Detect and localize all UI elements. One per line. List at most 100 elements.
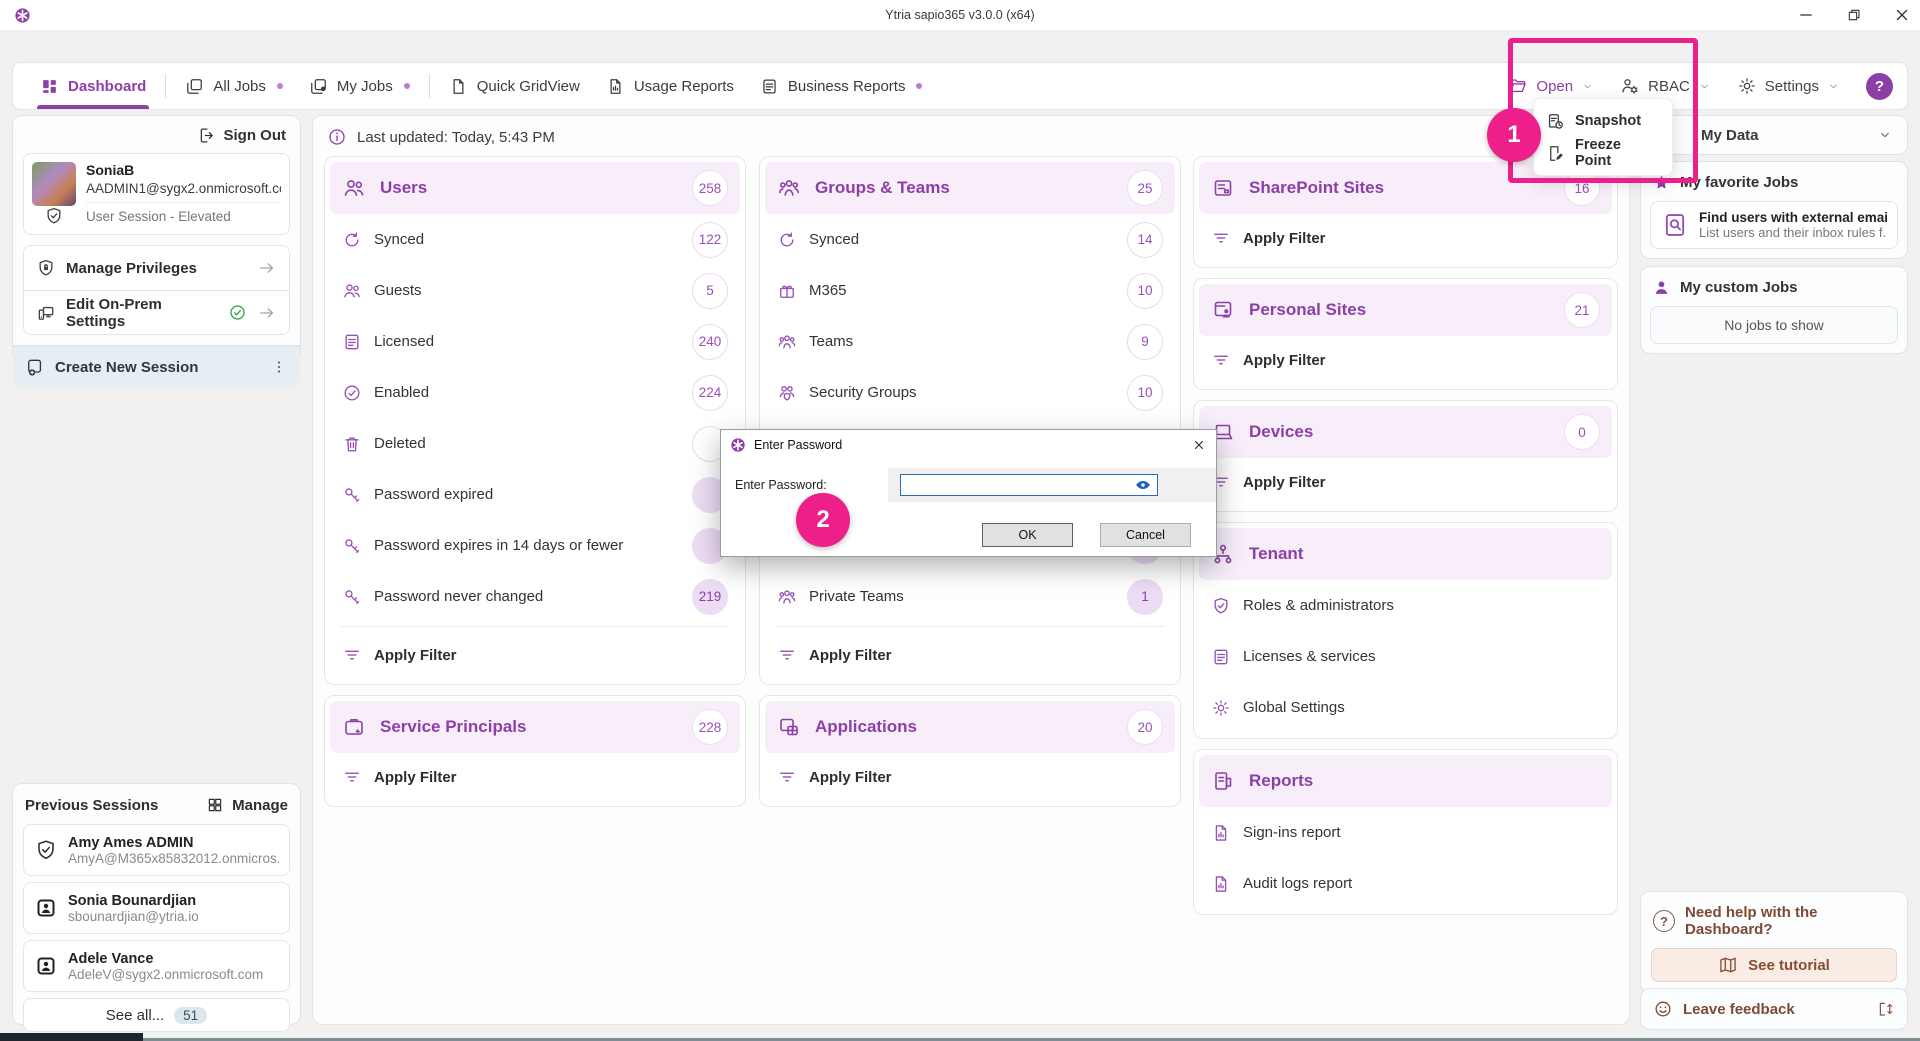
sign-out-button[interactable]: Sign Out xyxy=(13,116,300,151)
groups-row-security-groups[interactable]: Security Groups 10 xyxy=(765,367,1175,418)
users-row-password-expires-14[interactable]: Password expires in 14 days or fewer xyxy=(330,520,740,571)
applications-header[interactable]: Applications 20 xyxy=(765,701,1175,753)
arrow-right-icon xyxy=(257,303,277,323)
new-session-icon xyxy=(25,357,45,377)
tab-usage-reports[interactable]: Usage Reports xyxy=(593,63,747,109)
devices-header[interactable]: Devices 0 xyxy=(1199,406,1612,458)
groups-apply-filter[interactable]: Apply Filter xyxy=(765,631,1175,679)
users-apply-filter[interactable]: Apply Filter xyxy=(330,631,740,679)
users-row-password-expired[interactable]: Password expired xyxy=(330,469,740,520)
count-badge: 10 xyxy=(1127,375,1163,411)
groups-row-synced[interactable]: Synced 14 xyxy=(765,214,1175,265)
tab-my-jobs[interactable]: My Jobs xyxy=(296,63,423,109)
see-all-button[interactable]: See all... 51 xyxy=(23,998,290,1032)
service-principals-apply-filter[interactable]: Apply Filter xyxy=(330,753,740,801)
manage-privileges-label: Manage Privileges xyxy=(66,260,197,277)
cancel-button[interactable]: Cancel xyxy=(1100,523,1191,547)
users-row-deleted[interactable]: Deleted xyxy=(330,418,740,469)
guests-icon xyxy=(342,281,362,301)
session-email: AmyA@M365x85832012.onmicros... xyxy=(68,851,279,866)
tab-dashboard[interactable]: Dashboard xyxy=(27,63,159,109)
users-row-synced[interactable]: Synced 122 xyxy=(330,214,740,265)
service-principals-count-badge: 228 xyxy=(692,709,728,745)
applications-apply-filter[interactable]: Apply Filter xyxy=(765,753,1175,801)
help-button[interactable]: ? xyxy=(1866,73,1893,100)
shield-check-icon xyxy=(34,838,58,862)
my-custom-jobs-card: My custom Jobs No jobs to show xyxy=(1640,266,1908,354)
password-input[interactable] xyxy=(900,474,1158,496)
favorite-job-item[interactable]: Find users with external email ... List … xyxy=(1650,201,1898,249)
users-row-guests[interactable]: Guests 5 xyxy=(330,265,740,316)
divider xyxy=(340,626,730,627)
session-name: Adele Vance xyxy=(68,951,279,967)
session-item[interactable]: Adele Vance AdeleV@sygx2.onmicrosoft.com xyxy=(23,940,290,992)
edit-onprem-button[interactable]: Edit On-Prem Settings xyxy=(24,290,289,334)
gear-icon xyxy=(1737,76,1757,96)
reports-row-audit-logs[interactable]: Audit logs report xyxy=(1199,858,1612,909)
restore-button[interactable] xyxy=(1844,5,1864,25)
manage-privileges-button[interactable]: Manage Privileges xyxy=(24,246,289,290)
tab-business-reports[interactable]: Business Reports xyxy=(747,63,936,109)
id-card-icon xyxy=(34,954,58,978)
groups-teams-header[interactable]: Groups & Teams 25 xyxy=(765,162,1175,214)
users-icon xyxy=(342,176,366,200)
eye-icon[interactable] xyxy=(1134,476,1152,494)
dialog-close-icon[interactable] xyxy=(1191,437,1207,453)
users-card: Users 258 Synced 122 Guests 5 Licensed 2… xyxy=(324,156,746,685)
my-custom-jobs-title: My custom Jobs xyxy=(1680,279,1798,296)
close-button[interactable] xyxy=(1892,5,1912,25)
users-card-header[interactable]: Users 258 xyxy=(330,162,740,214)
session-item[interactable]: Sonia Bounardjian sbounardjian@ytria.io xyxy=(23,882,290,934)
ok-button[interactable]: OK xyxy=(982,523,1073,547)
minimize-button[interactable] xyxy=(1796,5,1816,25)
session-email: sbounardjian@ytria.io xyxy=(68,909,279,924)
groups-teams-card: Groups & Teams 25 Synced 14 M365 10 Team… xyxy=(759,156,1181,685)
manage-sessions-button[interactable]: Manage xyxy=(206,796,288,814)
private-teams-icon xyxy=(777,587,797,607)
count-badge: 240 xyxy=(692,324,728,360)
last-updated: Last updated: Today, 5:43 PM xyxy=(327,127,555,147)
reports-header[interactable]: Reports xyxy=(1199,755,1612,807)
dashboard-icon xyxy=(40,77,59,96)
groups-row-m365[interactable]: M365 10 xyxy=(765,265,1175,316)
filter-icon xyxy=(342,645,362,665)
see-all-count-badge: 51 xyxy=(174,1007,207,1024)
see-tutorial-button[interactable]: See tutorial xyxy=(1651,948,1897,982)
kebab-menu-icon[interactable] xyxy=(270,358,288,376)
groups-row-teams[interactable]: Teams 9 xyxy=(765,316,1175,367)
smiley-icon xyxy=(1653,999,1673,1019)
session-item[interactable]: Amy Ames ADMIN AmyA@M365x85832012.onmicr… xyxy=(23,824,290,876)
tenant-row-licenses[interactable]: Licenses & services xyxy=(1199,631,1612,682)
service-principals-header[interactable]: Service Principals 228 xyxy=(330,701,740,753)
notification-dot xyxy=(277,83,283,89)
users-row-password-never-changed[interactable]: Password never changed 219 xyxy=(330,571,740,622)
help-card: ? Need help with the Dashboard? See tuto… xyxy=(1640,891,1908,993)
users-row-enabled[interactable]: Enabled 224 xyxy=(330,367,740,418)
users-row-licensed[interactable]: Licensed 240 xyxy=(330,316,740,367)
settings-label: Settings xyxy=(1765,78,1819,95)
reports-title: Reports xyxy=(1249,771,1600,791)
personal-sites-header[interactable]: Personal Sites 21 xyxy=(1199,284,1612,336)
tenant-row-global-settings[interactable]: Global Settings xyxy=(1199,682,1612,733)
settings-dropdown[interactable]: Settings xyxy=(1737,76,1840,96)
tenant-header[interactable]: Tenant xyxy=(1199,528,1612,580)
chevron-down-icon xyxy=(1698,80,1711,93)
leave-feedback-card[interactable]: Leave feedback xyxy=(1640,988,1908,1030)
tenant-row-roles[interactable]: Roles & administrators xyxy=(1199,580,1612,631)
tab-quick-gridview[interactable]: Quick GridView xyxy=(436,63,593,109)
reports-row-signins[interactable]: Sign-ins report xyxy=(1199,807,1612,858)
chevron-down-icon[interactable] xyxy=(1877,127,1893,143)
service-principals-title: Service Principals xyxy=(380,717,678,737)
devices-apply-filter[interactable]: Apply Filter xyxy=(1199,458,1612,506)
tab-all-jobs[interactable]: All Jobs xyxy=(172,63,296,109)
sharepoint-apply-filter[interactable]: Apply Filter xyxy=(1199,214,1612,262)
session-email: AdeleV@sygx2.onmicrosoft.com xyxy=(68,967,279,982)
create-new-session-button[interactable]: Create New Session xyxy=(13,345,300,388)
dialog-title-bar: Enter Password xyxy=(721,430,1216,460)
personal-sites-apply-filter[interactable]: Apply Filter xyxy=(1199,336,1612,384)
tab-label: Usage Reports xyxy=(634,78,734,95)
session-panel: Sign Out SoniaB AADMIN1@sygx2.onmicrosof… xyxy=(12,115,301,363)
groups-row-private-teams[interactable]: Private Teams 1 xyxy=(765,571,1175,622)
expand-icon[interactable] xyxy=(1877,1000,1895,1018)
filter-icon xyxy=(1211,350,1231,370)
